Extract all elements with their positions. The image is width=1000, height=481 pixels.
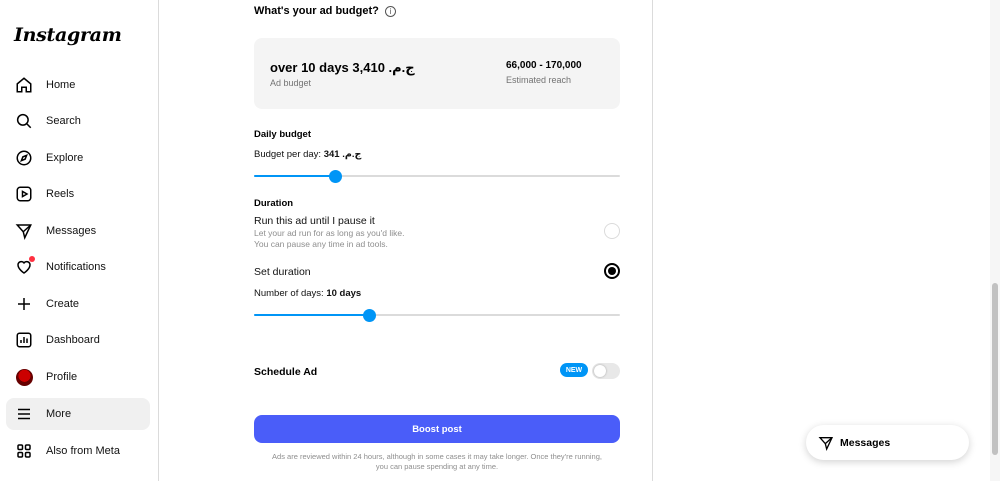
ad-budget-label: Ad budget — [270, 78, 312, 88]
number-of-days: Number of days: 10 days — [254, 288, 361, 299]
budget-heading-text: What's your ad budget? — [254, 5, 379, 17]
duration-slider[interactable] — [254, 309, 620, 322]
avatar — [14, 367, 34, 387]
number-of-days-label: Number of days: — [254, 288, 324, 299]
estimated-reach-value: 66,000 - 170,000 — [506, 60, 582, 71]
slider-thumb[interactable] — [363, 309, 377, 322]
heart-icon — [14, 256, 35, 277]
home-icon — [14, 75, 34, 95]
sidebar-item-label: Messages — [46, 225, 97, 237]
set-duration-radio[interactable] — [604, 263, 620, 279]
sidebar-item-also-from-meta[interactable]: Also from Meta — [6, 435, 150, 467]
sidebar-item-home[interactable]: Home — [6, 69, 150, 101]
budget-per-day: Budget per day: 341 .ج.م — [254, 149, 361, 160]
send-icon — [818, 436, 834, 451]
sidebar-item-label: Create — [46, 298, 80, 310]
instagram-logo[interactable]: Instagram — [14, 24, 122, 46]
sidebar-item-label: More — [46, 408, 72, 420]
dashboard-icon — [14, 330, 34, 350]
slider-fill — [254, 175, 335, 177]
run-until-paused-radio[interactable] — [604, 223, 620, 239]
sidebar-item-label: Explore — [46, 152, 84, 164]
sidebar-item-create[interactable]: Create — [6, 288, 150, 320]
budget-heading: What's your ad budget? i — [254, 5, 396, 17]
run-until-paused-title: Run this ad until I pause it — [254, 215, 375, 227]
sidebar-item-search[interactable]: Search — [6, 105, 150, 137]
run-until-paused-desc-line: You can pause any time in ad tools. — [254, 239, 388, 249]
schedule-ad-label: Schedule Ad — [254, 366, 318, 378]
sidebar-item-more[interactable]: More — [6, 398, 150, 430]
send-icon — [14, 221, 34, 241]
schedule-ad-toggle[interactable] — [592, 363, 620, 379]
sidebar-item-label: Profile — [46, 371, 78, 383]
page: Instagram Home Search Explore Reels Mess… — [0, 0, 1000, 481]
review-footnote: Ads are reviewed within 24 hours, althou… — [254, 452, 620, 472]
slider-fill — [254, 314, 370, 316]
sidebar-item-notifications[interactable]: Notifications — [6, 251, 150, 283]
page-scrollbar[interactable] — [990, 0, 1000, 481]
daily-budget-slider[interactable] — [254, 170, 620, 183]
daily-budget-heading: Daily budget — [254, 129, 312, 140]
sidebar-item-reels[interactable]: Reels — [6, 178, 150, 210]
number-of-days-value: 10 days — [326, 288, 362, 299]
notification-dot — [29, 256, 35, 262]
sidebar-item-label: Also from Meta — [46, 445, 120, 457]
budget-per-day-label: Budget per day: — [254, 149, 322, 160]
sidebar-item-messages[interactable]: Messages — [6, 215, 150, 247]
sidebar-item-dashboard[interactable]: Dashboard — [6, 324, 150, 356]
footnote-line: Ads are reviewed within 24 hours, althou… — [272, 452, 602, 461]
estimated-reach-label: Estimated reach — [506, 75, 572, 85]
slider-thumb[interactable] — [328, 170, 342, 183]
set-duration-title: Set duration — [254, 266, 311, 278]
info-icon[interactable]: i — [384, 5, 396, 17]
budget-per-day-value: 341 .ج.م — [323, 149, 362, 160]
grid-icon — [14, 441, 34, 461]
run-until-paused-desc: Let your ad run for as long as you'd lik… — [254, 228, 404, 250]
new-badge: NEW — [560, 363, 588, 377]
footnote-line: you can pause spending at any time. — [375, 462, 499, 471]
sidebar-item-label: Dashboard — [46, 334, 100, 346]
budget-summary-card: over 10 days 3,410 .ج.م Ad budget 66,000… — [254, 38, 620, 109]
compass-icon — [14, 148, 34, 168]
ad-budget-amount: over 10 days 3,410 .ج.م — [270, 60, 415, 75]
search-icon — [14, 111, 34, 131]
sidebar: Instagram Home Search Explore Reels Mess… — [0, 0, 159, 481]
messages-button[interactable]: Messages — [806, 425, 969, 460]
sidebar-item-explore[interactable]: Explore — [6, 142, 150, 174]
duration-heading: Duration — [254, 198, 294, 209]
sidebar-item-label: Home — [46, 79, 76, 91]
boost-post-button[interactable]: Boost post — [254, 415, 620, 443]
reels-icon — [14, 184, 34, 204]
run-until-paused-desc-line: Let your ad run for as long as you'd lik… — [254, 228, 405, 238]
sidebar-item-label: Search — [46, 115, 81, 127]
scrollbar-thumb[interactable] — [992, 283, 998, 455]
boost-form: What's your ad budget? i over 10 days 3,… — [159, 0, 653, 481]
sidebar-item-profile[interactable]: Profile — [6, 361, 150, 393]
sidebar-item-label: Notifications — [46, 261, 106, 273]
sidebar-item-label: Reels — [46, 188, 75, 200]
plus-icon — [14, 294, 34, 314]
messages-button-label: Messages — [840, 436, 891, 449]
menu-icon — [14, 404, 34, 424]
